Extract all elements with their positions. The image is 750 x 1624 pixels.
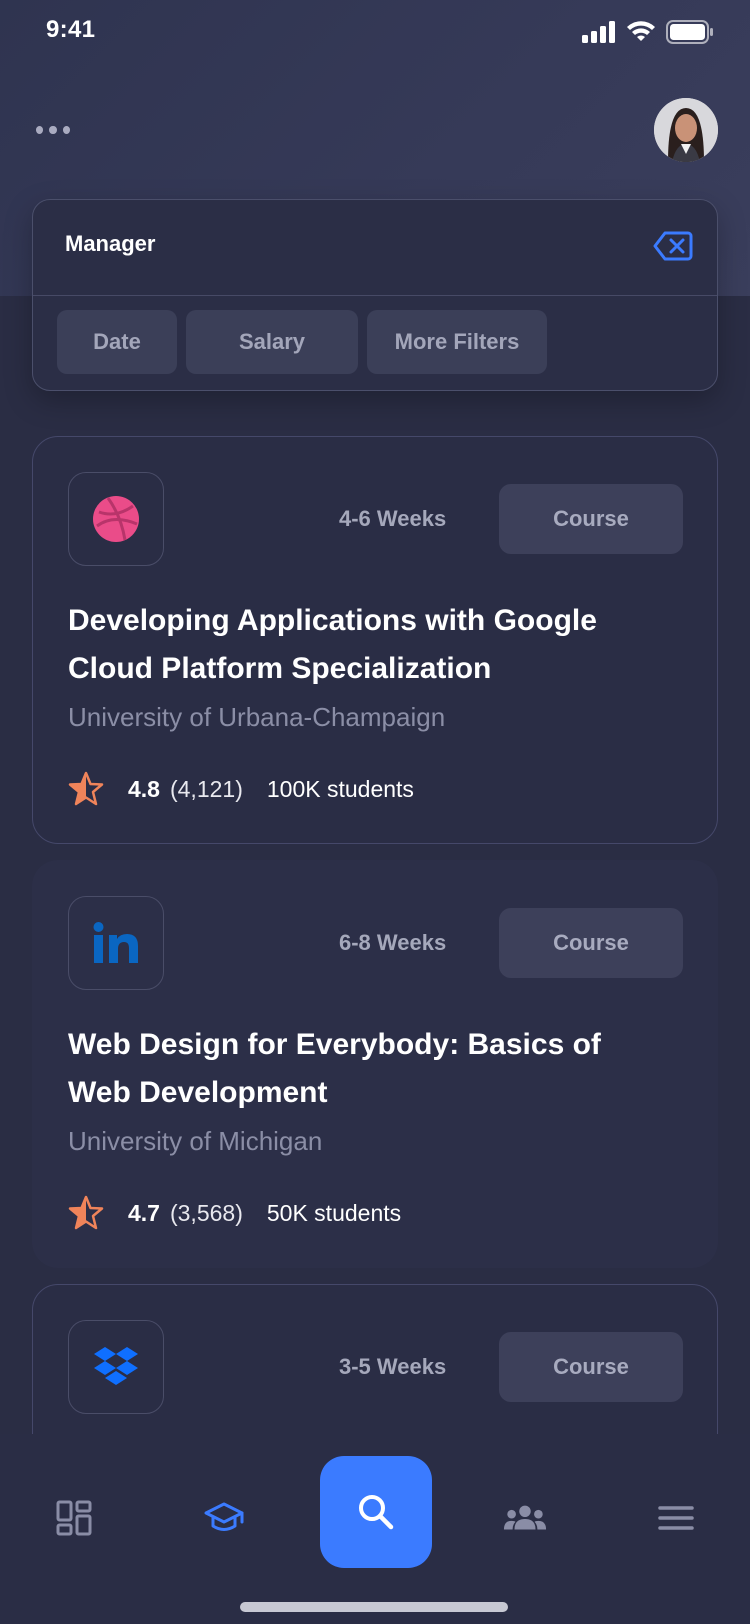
review-count: (4,121): [169, 775, 243, 802]
clear-search-icon[interactable]: [653, 230, 693, 262]
signal-icon: [582, 21, 615, 43]
course-title[interactable]: Developing Applications with Google Clou…: [68, 597, 668, 693]
nav-search[interactable]: [320, 1456, 432, 1568]
filter-chip-salary[interactable]: Salary: [186, 310, 358, 374]
student-count: 50K students: [266, 1199, 402, 1226]
search-icon: [359, 1495, 394, 1530]
search-input[interactable]: Manager: [65, 231, 155, 257]
course-type-badge[interactable]: Course: [499, 484, 683, 554]
star-half-icon: [68, 1195, 104, 1230]
rating-row: 4.8 (4,121) 100K students: [68, 771, 414, 807]
course-type-badge[interactable]: Course: [499, 908, 683, 978]
course-university: University of Michigan: [68, 1126, 323, 1156]
status-icons: [582, 20, 714, 44]
menu-icon: [658, 1506, 694, 1530]
filter-chips: Date Salary More Filters: [57, 310, 547, 374]
dropbox-icon: [94, 1347, 138, 1385]
course-duration: 4-6 Weeks: [339, 506, 447, 531]
wifi-icon: [627, 21, 655, 41]
rating-value: 4.7: [128, 1199, 160, 1226]
nav-community[interactable]: [503, 1496, 547, 1540]
status-bar: 9:41: [0, 0, 750, 60]
course-logo: [68, 1320, 164, 1414]
dashboard-icon: [56, 1500, 92, 1536]
review-count: (3,568): [169, 1199, 243, 1226]
course-type-badge[interactable]: Course: [499, 1332, 683, 1402]
course-logo: [68, 472, 164, 566]
battery-icon: [666, 20, 713, 44]
more-options-icon[interactable]: [36, 118, 70, 142]
course-duration: 6-8 Weeks: [339, 930, 447, 955]
course-logo: [68, 896, 164, 990]
course-title[interactable]: Web Design for Everybody: Basics of Web …: [68, 1021, 668, 1117]
dribbble-icon: [93, 496, 139, 542]
student-count: 100K students: [266, 775, 414, 802]
people-icon: [503, 1505, 547, 1530]
filter-chip-more-filters[interactable]: More Filters: [367, 310, 547, 374]
search-filter-card: Manager Date Salary More Filters: [32, 199, 718, 391]
status-time: 9:41: [46, 16, 96, 43]
rating-row: 4.7 (3,568) 50K students: [68, 1195, 401, 1231]
graduation-cap-icon: [204, 1502, 244, 1531]
bottom-navigation: [0, 1434, 750, 1624]
home-indicator: [240, 1602, 508, 1612]
linkedin-icon: [93, 922, 138, 963]
nav-menu[interactable]: [654, 1496, 698, 1540]
nav-dashboard[interactable]: [52, 1496, 96, 1540]
course-university: University of Urbana-Champaign: [68, 702, 446, 732]
nav-courses[interactable]: [202, 1496, 246, 1540]
avatar[interactable]: [654, 98, 718, 162]
course-duration: 3-5 Weeks: [339, 1354, 447, 1379]
filter-chip-date[interactable]: Date: [57, 310, 177, 374]
search-row: Manager: [33, 200, 717, 296]
rating-value: 4.8: [128, 775, 160, 802]
star-half-icon: [68, 771, 104, 806]
course-card[interactable]: 6-8 Weeks Course Web Design for Everybod…: [32, 860, 718, 1268]
course-card[interactable]: 4-6 Weeks Course Developing Applications…: [32, 436, 718, 844]
